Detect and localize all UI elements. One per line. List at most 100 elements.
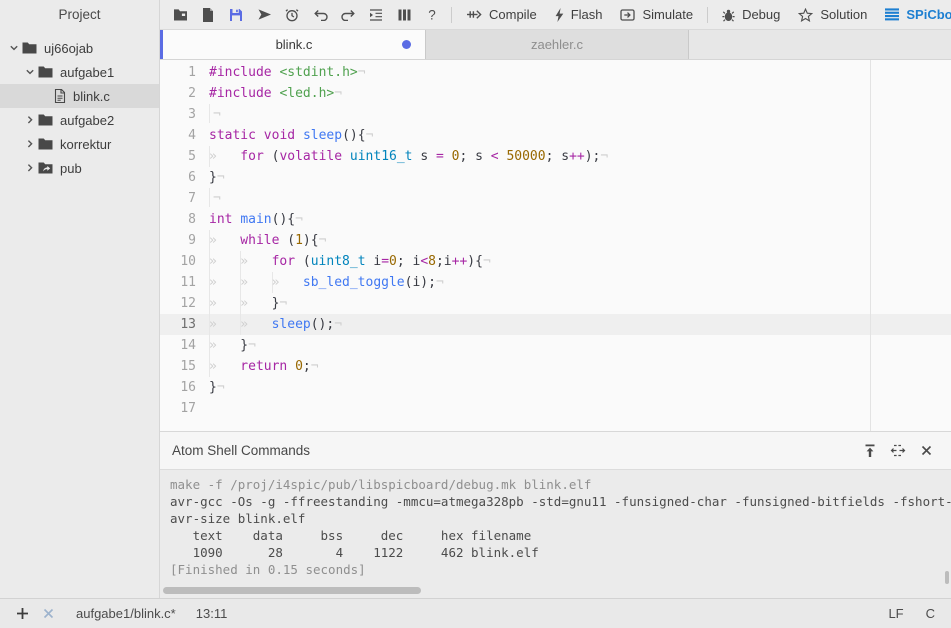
code-line[interactable]: 11»»»sb_led_toggle(i);¬ (160, 272, 951, 293)
vertical-scrollbar-thumb[interactable] (945, 571, 949, 584)
line-number: 11 (160, 272, 209, 293)
new-file-icon (202, 8, 214, 22)
close-project-button[interactable] (38, 604, 58, 624)
wrap-guide (870, 60, 871, 431)
debug-button[interactable]: Debug (713, 2, 789, 28)
line-number: 10 (160, 251, 209, 272)
tab-blink-c[interactable]: blink.c (163, 30, 426, 59)
code-line-content: }¬ (209, 377, 951, 398)
compile-button-label: Compile (489, 7, 537, 22)
tab-zaehler-c[interactable]: zaehler.c (426, 30, 689, 59)
sidebar-item-aufgabe2[interactable]: aufgabe2 (0, 108, 159, 132)
line-number: 13 (160, 314, 209, 335)
chevron-right-icon[interactable] (22, 139, 38, 149)
panel-icon-group (855, 439, 939, 463)
line-number: 9 (160, 230, 209, 251)
code-line[interactable]: 16}¬ (160, 377, 951, 398)
plus-icon (16, 607, 29, 620)
save-button[interactable] (222, 2, 250, 28)
sidebar-item-korrektur[interactable]: korrektur (0, 132, 159, 156)
cursor-position[interactable]: 13:11 (196, 606, 228, 621)
code-line[interactable]: 15»return 0;¬ (160, 356, 951, 377)
help-button[interactable]: ? (418, 2, 446, 28)
chevron-down-icon[interactable] (22, 67, 38, 77)
chevron-right-icon[interactable] (22, 115, 38, 125)
console-line: [Finished in 0.15 seconds] (170, 561, 951, 578)
code-line[interactable]: 12»»}¬ (160, 293, 951, 314)
console-lines: make -f /proj/i4spic/pub/libspicboard/de… (170, 476, 951, 578)
send-button[interactable] (250, 2, 278, 28)
code-line[interactable]: 1#include <stdint.h>¬ (160, 62, 951, 83)
project-tree: uj66ojabaufgabe1blink.caufgabe2korrektur… (0, 30, 159, 180)
code-line[interactable]: 6}¬ (160, 167, 951, 188)
line-number: 4 (160, 125, 209, 146)
add-project-button[interactable] (12, 604, 32, 624)
alarm-button[interactable] (278, 2, 306, 28)
flash-button[interactable]: Flash (546, 2, 612, 28)
current-file-path[interactable]: aufgabe1/blink.c* (76, 606, 176, 621)
main-area: ? Compile FlashSimulate Debug Solution SPiCb… (160, 0, 951, 598)
line-number: 7 (160, 188, 209, 209)
indent-button[interactable] (362, 2, 390, 28)
horizontal-scrollbar-thumb[interactable] (163, 587, 421, 594)
modified-indicator-dot[interactable] (402, 40, 411, 49)
code-line[interactable]: 17 (160, 398, 951, 419)
chevron-down-icon[interactable] (6, 43, 22, 53)
folder-open-icon (173, 8, 188, 21)
code-line[interactable]: 3¬ (160, 104, 951, 125)
redo-button[interactable] (334, 2, 362, 28)
code-line[interactable]: 9»while (1){¬ (160, 230, 951, 251)
grammar-indicator[interactable]: C (926, 606, 935, 621)
code-line[interactable]: 14»}¬ (160, 335, 951, 356)
code-line[interactable]: 5»for (volatile uint16_t s = 0; s < 5000… (160, 146, 951, 167)
columns-button[interactable] (390, 2, 418, 28)
tab-label: blink.c (276, 37, 313, 52)
solution-button[interactable]: Solution (789, 2, 876, 28)
code-line[interactable]: 10»»for (uint8_t i=0; i<8;i++){¬ (160, 251, 951, 272)
code-line[interactable]: 4static void sleep(){¬ (160, 125, 951, 146)
console-output: make -f /proj/i4spic/pub/libspicboard/de… (160, 470, 951, 598)
code-line[interactable]: 13»»sleep();¬ (160, 314, 951, 335)
code-line-content: }¬ (209, 167, 951, 188)
console-line: avr-size blink.elf (170, 510, 951, 527)
code-line-content: »»}¬ (209, 293, 951, 314)
tab-bar: blink.c zaehler.c (160, 30, 951, 60)
code-editor[interactable]: 1#include <stdint.h>¬2#include <led.h>¬3… (160, 60, 951, 431)
solution-icon (798, 8, 813, 22)
sidebar-item-uj66ojab[interactable]: uj66ojab (0, 36, 159, 60)
sidebar-item-aufgabe1[interactable]: aufgabe1 (0, 60, 159, 84)
undo-button[interactable] (306, 2, 334, 28)
chevron-right-icon[interactable] (22, 163, 38, 173)
spicboard-button[interactable]: SPiCboard (876, 2, 951, 28)
sidebar-title: Project (0, 0, 159, 30)
spicboard-button-label: SPiCboard (906, 7, 951, 22)
simulate-button[interactable]: Simulate (611, 2, 702, 28)
code-line[interactable]: 2#include <led.h>¬ (160, 83, 951, 104)
undo-icon (313, 9, 328, 21)
autoscroll-button[interactable] (885, 439, 911, 463)
code-line[interactable]: 7¬ (160, 188, 951, 209)
compile-button[interactable]: Compile (457, 2, 546, 28)
solution-button-label: Solution (820, 7, 867, 22)
columns-icon (398, 9, 411, 21)
code-line[interactable]: 8int main(){¬ (160, 209, 951, 230)
code-line-content: »for (volatile uint16_t s = 0; s < 50000… (209, 146, 951, 167)
folder-open-button[interactable] (166, 2, 194, 28)
toolbar-separator (451, 7, 452, 23)
code-line-content: »while (1){¬ (209, 230, 951, 251)
line-number: 17 (160, 398, 209, 419)
sidebar-item-blink-c[interactable]: blink.c (0, 84, 159, 108)
console-line: avr-gcc -Os -g -ffreestanding -mmcu=atme… (170, 493, 951, 510)
code-line-content: ¬ (209, 188, 951, 209)
svg-text:?: ? (428, 8, 436, 22)
close-button[interactable] (913, 439, 939, 463)
scroll-top-button[interactable] (857, 439, 883, 463)
console-line: text data bss dec hex filename (170, 527, 951, 544)
line-ending-indicator[interactable]: LF (888, 606, 903, 621)
code-line-content: »»»sb_led_toggle(i);¬ (209, 272, 951, 293)
sidebar-item-pub[interactable]: pub (0, 156, 159, 180)
line-number: 2 (160, 83, 209, 104)
status-bar: aufgabe1/blink.c* 13:11 LF C (0, 598, 951, 628)
panel-title: Atom Shell Commands (172, 443, 310, 458)
new-file-button[interactable] (194, 2, 222, 28)
